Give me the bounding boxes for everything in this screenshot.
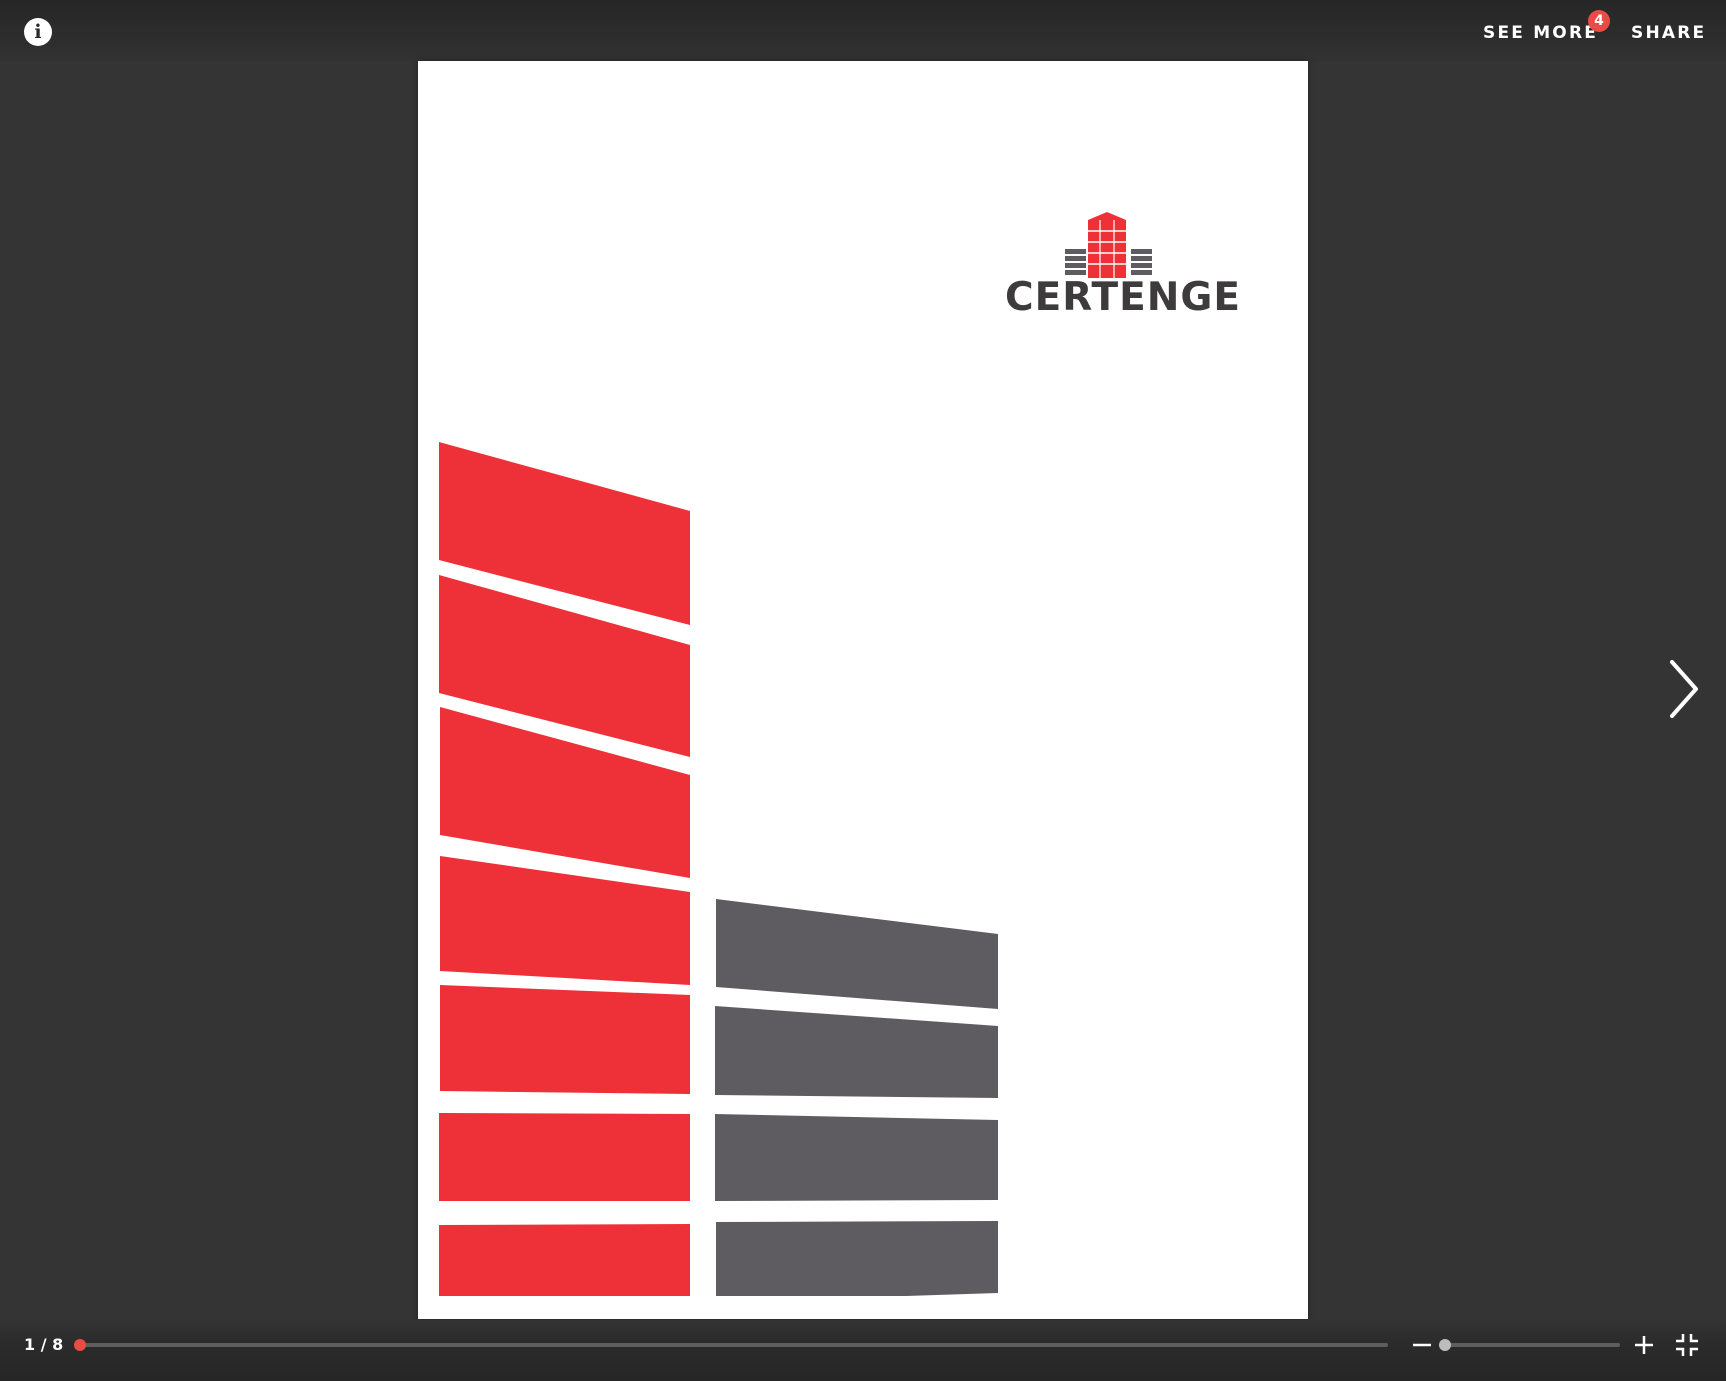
red-building-shape xyxy=(439,442,690,1296)
zoom-in-button[interactable] xyxy=(1632,1333,1656,1357)
cover-artwork xyxy=(439,212,1152,1296)
share-button[interactable]: SHARE xyxy=(1631,22,1706,44)
logo-building-icon xyxy=(1065,212,1152,278)
zoom-slider[interactable] xyxy=(1444,1343,1620,1347)
see-more-button[interactable]: SEE MORE xyxy=(1483,22,1598,44)
bottom-toolbar xyxy=(0,1320,1726,1381)
top-toolbar: i SEE MORE 4 SHARE xyxy=(0,0,1726,62)
page-progress-slider[interactable] xyxy=(80,1343,1388,1347)
info-icon[interactable]: i xyxy=(24,18,52,46)
progress-handle[interactable] xyxy=(74,1339,86,1351)
zoom-out-button[interactable] xyxy=(1410,1333,1434,1357)
company-logo-text: CERTENGE xyxy=(1004,275,1242,320)
next-page-button[interactable] xyxy=(1664,656,1700,722)
grey-building-shape xyxy=(715,899,998,1296)
document-page: CERTENGE xyxy=(418,61,1308,1319)
exit-fullscreen-icon xyxy=(1676,1334,1698,1356)
chevron-right-icon xyxy=(1670,660,1698,718)
plus-icon xyxy=(1635,1336,1653,1354)
page-counter: 1 / 8 xyxy=(24,1335,64,1354)
zoom-handle[interactable] xyxy=(1439,1339,1451,1351)
minus-icon xyxy=(1413,1343,1431,1347)
exit-fullscreen-button[interactable] xyxy=(1674,1332,1700,1358)
notification-badge: 4 xyxy=(1588,10,1610,32)
